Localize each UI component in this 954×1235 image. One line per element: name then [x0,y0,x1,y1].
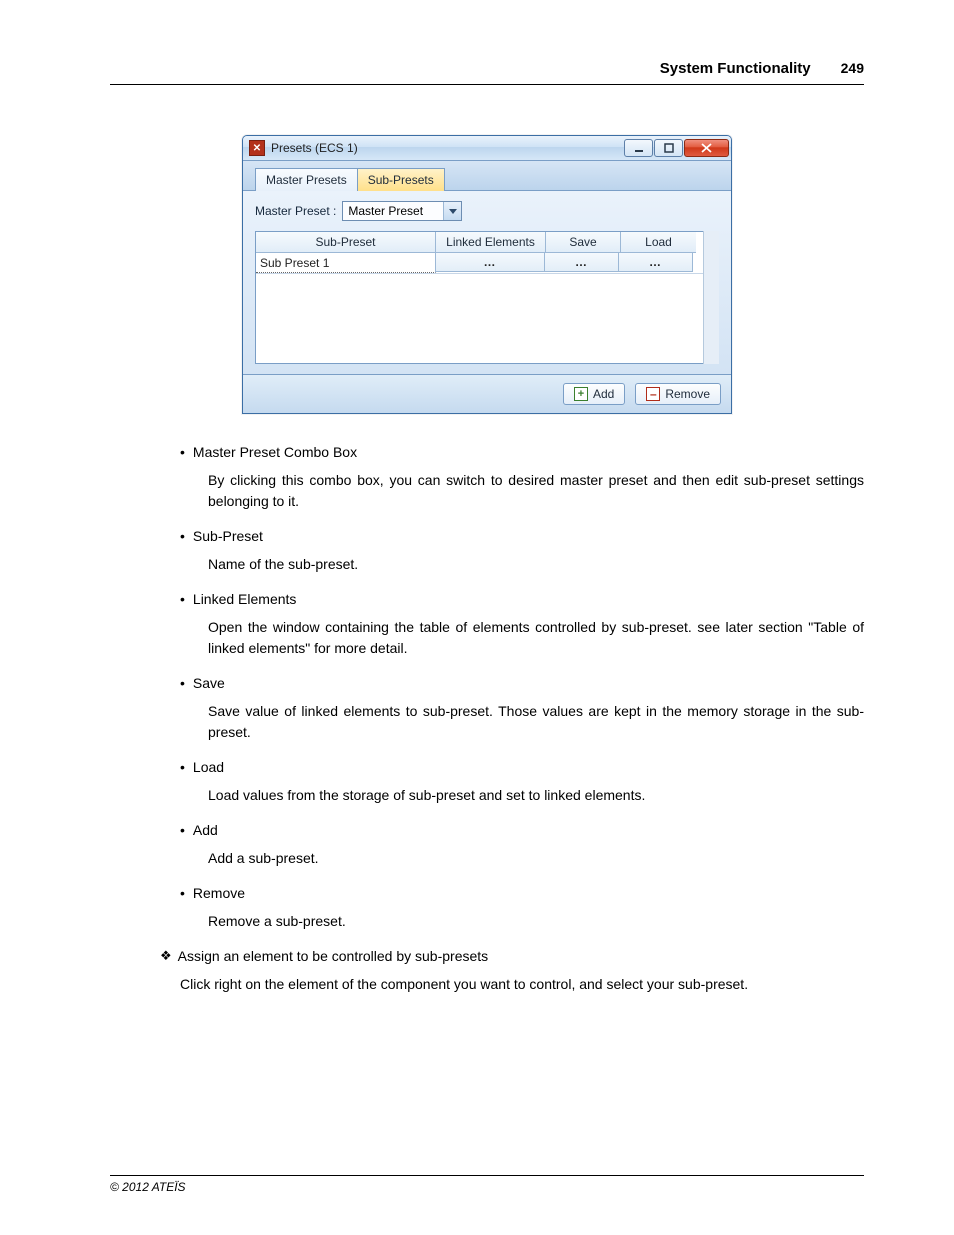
col-load[interactable]: Load [621,232,696,253]
item-desc: Remove a sub-preset. [208,911,864,932]
add-icon [574,387,588,401]
row-load-button[interactable]: … [618,252,693,272]
titlebar[interactable]: Presets (ECS 1) [243,136,731,161]
presets-window: Presets (ECS 1) Master Presets Sub-Prese… [242,135,732,414]
page-header: System Functionality 249 [110,60,864,85]
grid-header: Sub-Preset Linked Elements Save Load [256,232,718,253]
maximize-button[interactable] [654,139,683,157]
copyright: © 2012 ATEÏS [110,1180,864,1194]
sub-presets-grid: Sub-Preset Linked Elements Save Load Sub… [255,231,719,364]
window-title: Presets (ECS 1) [271,141,623,155]
add-button[interactable]: Add [563,383,625,405]
page-number: 249 [841,60,864,76]
combo-value[interactable] [343,202,443,220]
page-footer: © 2012 ATEÏS [110,1175,864,1194]
close-button[interactable] [684,139,729,157]
table-row: Sub Preset 1 … … … [256,253,718,273]
section-desc: Click right on the element of the compon… [180,974,864,995]
section-head: Assign an element to be controlled by su… [160,948,864,964]
content-area: Master Preset : Sub-Preset Linked Elemen… [243,191,731,375]
item-title: Sub-Preset [193,528,263,544]
item-title: Load [193,759,224,775]
feature-list: Master Preset Combo Box By clicking this… [180,444,864,932]
item-desc: Add a sub-preset. [208,848,864,869]
col-linked-elements[interactable]: Linked Elements [436,232,546,253]
scrollbar[interactable] [703,231,719,364]
row-name[interactable]: Sub Preset 1 [256,253,436,273]
header-rule [110,84,864,85]
item-desc: Name of the sub-preset. [208,554,864,575]
app-icon [249,140,265,156]
grid-empty-area [256,273,718,363]
item-desc: Open the window containing the table of … [208,617,864,659]
add-label: Add [593,387,614,401]
minimize-button[interactable] [624,139,653,157]
item-title: Remove [193,885,245,901]
item-title: Linked Elements [193,591,297,607]
col-save[interactable]: Save [546,232,621,253]
item-desc: Load values from the storage of sub-pres… [208,785,864,806]
row-linked-button[interactable]: … [435,252,545,272]
combo-label: Master Preset : [255,204,336,218]
chevron-down-icon[interactable] [443,202,461,220]
col-sub-preset[interactable]: Sub-Preset [256,232,436,253]
item-desc: By clicking this combo box, you can swit… [208,470,864,512]
tab-sub-presets[interactable]: Sub-Presets [357,168,445,191]
item-title: Add [193,822,218,838]
window-footer: Add Remove [243,375,731,413]
item-desc: Save value of linked elements to sub-pre… [208,701,864,743]
tabs: Master Presets Sub-Presets [243,161,731,191]
remove-icon [646,387,660,401]
row-save-button[interactable]: … [544,252,619,272]
header-title: System Functionality [660,60,811,77]
master-preset-combo[interactable] [342,201,462,221]
item-title: Master Preset Combo Box [193,444,357,460]
footer-rule [110,1175,864,1176]
tab-master-presets[interactable]: Master Presets [255,168,358,191]
item-title: Save [193,675,225,691]
remove-label: Remove [665,387,710,401]
remove-button[interactable]: Remove [635,383,721,405]
section-title: Assign an element to be controlled by su… [178,948,489,964]
